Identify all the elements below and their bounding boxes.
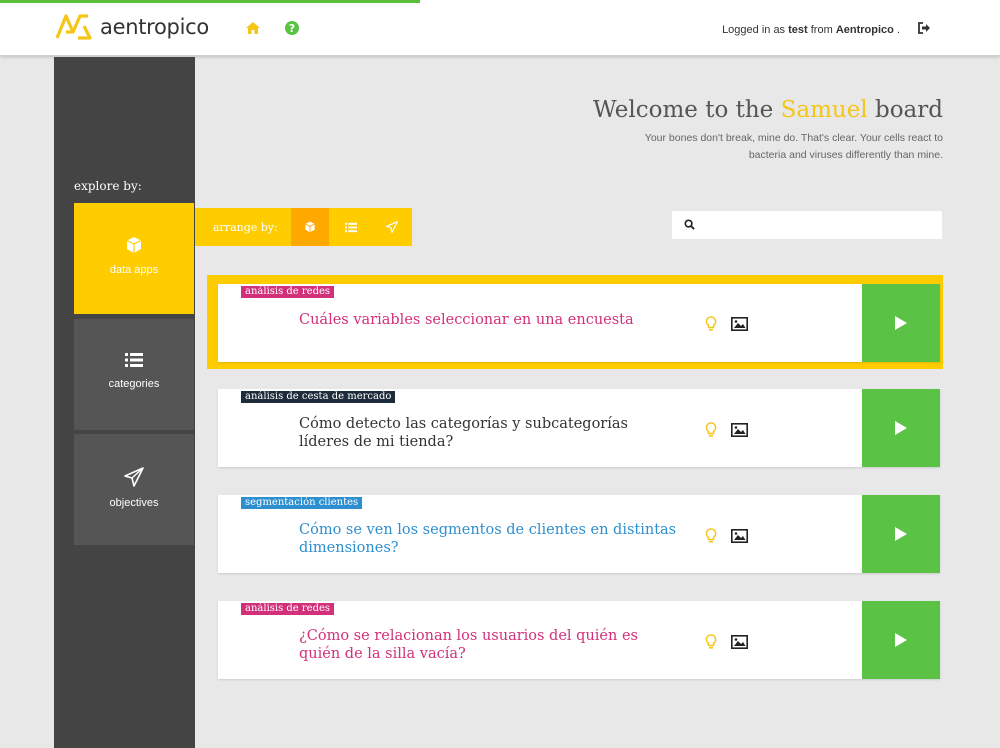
- card-title[interactable]: Cómo detecto las categorías y subcategor…: [299, 415, 679, 451]
- explore-label: explore by:: [74, 179, 142, 193]
- image-icon[interactable]: [731, 423, 748, 437]
- logo[interactable]: aentropico: [54, 10, 209, 44]
- card-title[interactable]: Cuáles variables seleccionar en una encu…: [299, 311, 679, 329]
- welcome-prefix: Welcome to the: [593, 97, 774, 123]
- paper-plane-icon: [386, 221, 398, 233]
- board-name: Samuel: [780, 97, 868, 123]
- play-icon: [895, 316, 907, 330]
- arrange-bar: arrange by:: [195, 208, 412, 246]
- login-prefix: Logged in as: [722, 24, 786, 36]
- aentropico-logo-icon: [55, 14, 92, 40]
- sidebar-item-categories[interactable]: categories: [74, 319, 194, 430]
- login-user: test: [788, 24, 808, 36]
- category-tag[interactable]: análisis de redes: [241, 286, 335, 298]
- app-card[interactable]: análisis de redes ¿Cómo se relacionan lo…: [218, 601, 940, 679]
- lightbulb-icon[interactable]: [705, 634, 717, 650]
- arrange-by-apps-button[interactable]: [291, 208, 329, 246]
- play-icon: [895, 421, 907, 435]
- search-icon: [684, 219, 695, 230]
- paper-plane-icon: [124, 467, 144, 487]
- sidebar-item-label: data apps: [109, 264, 159, 276]
- app-card[interactable]: análisis de redes Cuáles variables selec…: [218, 284, 940, 362]
- image-icon[interactable]: [731, 635, 748, 649]
- lightbulb-icon[interactable]: [705, 422, 717, 438]
- card-title[interactable]: Cómo se ven los segmentos de clientes en…: [299, 521, 679, 557]
- login-suffix: .: [896, 24, 900, 36]
- logo-text: aentropico: [100, 15, 209, 39]
- card-title[interactable]: ¿Cómo se relacionan los usuarios del qui…: [299, 627, 679, 663]
- cube-icon: [305, 221, 315, 233]
- login-from: from: [810, 24, 833, 36]
- list-icon: [125, 353, 143, 367]
- image-icon[interactable]: [731, 317, 748, 331]
- search-input[interactable]: [700, 212, 940, 238]
- sidebar-item-data-apps[interactable]: data apps: [74, 203, 194, 314]
- play-icon: [895, 527, 907, 541]
- help-icon[interactable]: ?: [284, 20, 300, 36]
- app-card[interactable]: segmentación clientes Cómo se ven los se…: [218, 495, 940, 573]
- login-status: Logged in as test from Aentropico .: [722, 24, 900, 36]
- logout-icon[interactable]: [917, 21, 931, 35]
- sidebar-item-objectives[interactable]: objectives: [74, 434, 194, 545]
- top-bar: aentropico ? Logged in as test from Aent…: [0, 0, 1000, 56]
- category-tag[interactable]: análisis de redes: [241, 603, 335, 615]
- login-org: Aentropico: [835, 24, 894, 36]
- cube-icon: [126, 237, 142, 253]
- svg-text:?: ?: [289, 22, 295, 35]
- page-subtitle: Your bones don't break, mine do. That's …: [644, 132, 943, 161]
- sidebar-item-label: objectives: [109, 497, 159, 509]
- sidebar-item-label: categories: [108, 378, 160, 390]
- list-icon: [345, 222, 357, 232]
- image-icon[interactable]: [731, 529, 748, 543]
- home-icon[interactable]: [245, 20, 261, 36]
- play-button[interactable]: [862, 284, 940, 362]
- welcome-suffix: board: [874, 97, 943, 123]
- play-icon: [895, 633, 907, 647]
- category-tag[interactable]: análisis de cesta de mercado: [241, 391, 396, 403]
- page-title: Welcome to the Samuel board: [593, 97, 943, 123]
- app-card[interactable]: análisis de cesta de mercado Cómo detect…: [218, 389, 940, 467]
- category-tag[interactable]: segmentación clientes: [241, 497, 363, 509]
- play-button[interactable]: [862, 601, 940, 679]
- arrange-by-objective-button[interactable]: [373, 208, 411, 246]
- arrange-label: arrange by:: [213, 221, 278, 234]
- loading-progress-bar: [0, 0, 420, 3]
- play-button[interactable]: [862, 389, 940, 467]
- lightbulb-icon[interactable]: [705, 528, 717, 544]
- lightbulb-icon[interactable]: [705, 316, 717, 332]
- arrange-by-category-button[interactable]: [332, 208, 370, 246]
- play-button[interactable]: [862, 495, 940, 573]
